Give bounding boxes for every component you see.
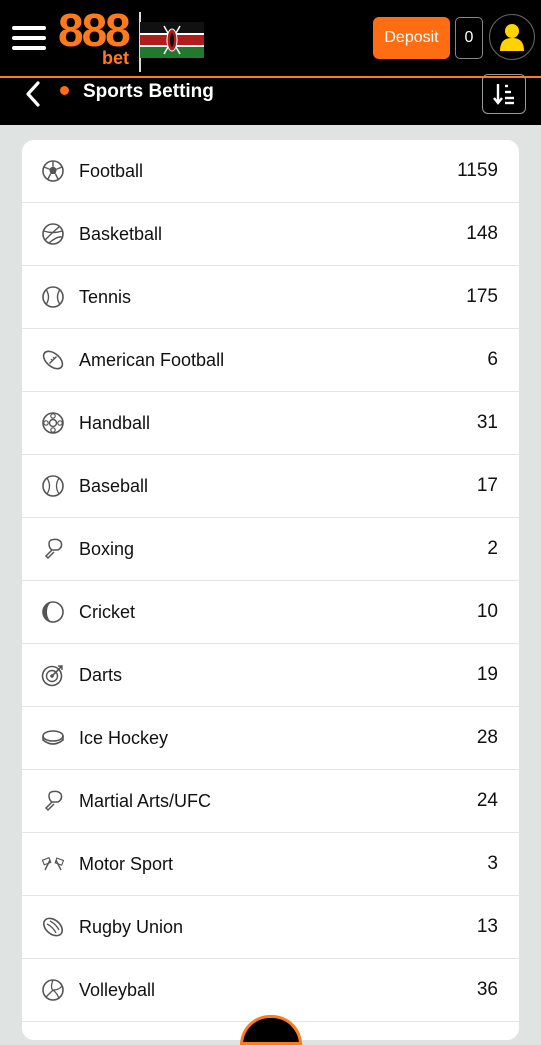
sport-count: 31 (476, 412, 498, 433)
rugby-icon (42, 917, 64, 937)
logo-subtext: bet (102, 48, 129, 68)
sport-row-baseball[interactable]: Baseball 17 (22, 455, 519, 518)
ice-hockey-icon (42, 730, 64, 745)
sports-list: Football 1159 Basketball 148 Tennis 175 … (22, 140, 519, 1040)
page-title: Sports Betting (83, 81, 214, 102)
sport-count: 6 (487, 349, 498, 370)
sport-label: Motor Sport (79, 854, 174, 874)
sport-row-ice-hockey[interactable]: Ice Hockey 28 (22, 707, 519, 770)
sport-label: American Football (79, 350, 225, 370)
sport-row-martial-arts[interactable]: Martial Arts/UFC 24 (22, 770, 519, 833)
sport-count: 10 (476, 601, 498, 622)
tennis-icon (42, 286, 64, 308)
sport-label: Baseball (79, 476, 149, 496)
basketball-icon (42, 223, 64, 245)
sport-count: 17 (476, 475, 498, 496)
sport-label: Rugby Union (79, 917, 184, 937)
sport-count: 1159 (457, 160, 498, 181)
sort-icon (493, 84, 514, 105)
sport-count: 28 (476, 727, 498, 748)
sport-row-handball[interactable]: Handball 31 (22, 392, 519, 455)
american-football-icon (42, 350, 64, 370)
logo[interactable]: 888 bet (58, 4, 134, 70)
back-arrow-icon[interactable] (22, 80, 44, 108)
sport-label: Ice Hockey (79, 728, 169, 748)
sport-row-basketball[interactable]: Basketball 148 (22, 203, 519, 266)
top-bar: 888 bet Deposit 0 (0, 0, 541, 76)
balance-display[interactable]: 0 (455, 17, 483, 59)
sub-header (0, 78, 541, 125)
sport-count: 36 (476, 979, 498, 1000)
sport-row-football[interactable]: Football 1159 (22, 140, 519, 203)
sport-count: 13 (476, 916, 498, 937)
user-icon (500, 24, 524, 51)
baseball-icon (42, 475, 64, 497)
sport-label: Handball (79, 413, 151, 433)
cricket-icon (42, 601, 64, 623)
volleyball-icon (42, 979, 64, 1001)
sport-label: Boxing (79, 539, 135, 559)
boxing-icon (44, 538, 63, 560)
sport-row-american-football[interactable]: American Football 6 (22, 329, 519, 392)
darts-icon (41, 665, 63, 687)
sport-label: Martial Arts/UFC (79, 791, 212, 811)
sport-row-darts[interactable]: Darts 19 (22, 644, 519, 707)
football-icon (42, 160, 64, 182)
sport-row-rugby-union[interactable]: Rugby Union 13 (22, 896, 519, 959)
sport-label: Darts (79, 665, 123, 685)
sport-count: 24 (476, 790, 498, 811)
sort-button[interactable] (482, 74, 526, 114)
live-dot-icon (60, 86, 69, 95)
sport-row-motor-sport[interactable]: Motor Sport 3 (22, 833, 519, 896)
sport-label: Basketball (79, 224, 163, 244)
sport-row-cricket[interactable]: Cricket 10 (22, 581, 519, 644)
sport-row-volleyball[interactable]: Volleyball 36 (22, 959, 519, 1022)
sport-label: Tennis (79, 287, 132, 307)
deposit-button[interactable]: Deposit (373, 17, 450, 59)
sport-label: Volleyball (79, 980, 156, 1000)
sport-count: 3 (487, 853, 498, 874)
sport-row-tennis[interactable]: Tennis 175 (22, 266, 519, 329)
menu-button[interactable] (12, 26, 46, 50)
handball-icon (42, 412, 64, 434)
sport-label: Football (79, 161, 144, 181)
sport-count: 175 (466, 286, 498, 307)
account-button[interactable] (489, 14, 535, 60)
sport-label: Cricket (79, 602, 136, 622)
kenya-flag-icon (140, 22, 204, 58)
sport-row-boxing[interactable]: Boxing 2 (22, 518, 519, 581)
sport-count: 148 (466, 223, 498, 244)
sport-count: 19 (476, 664, 498, 685)
martial-arts-icon (44, 790, 63, 812)
sport-count: 2 (487, 538, 498, 559)
motor-sport-icon (41, 857, 65, 871)
